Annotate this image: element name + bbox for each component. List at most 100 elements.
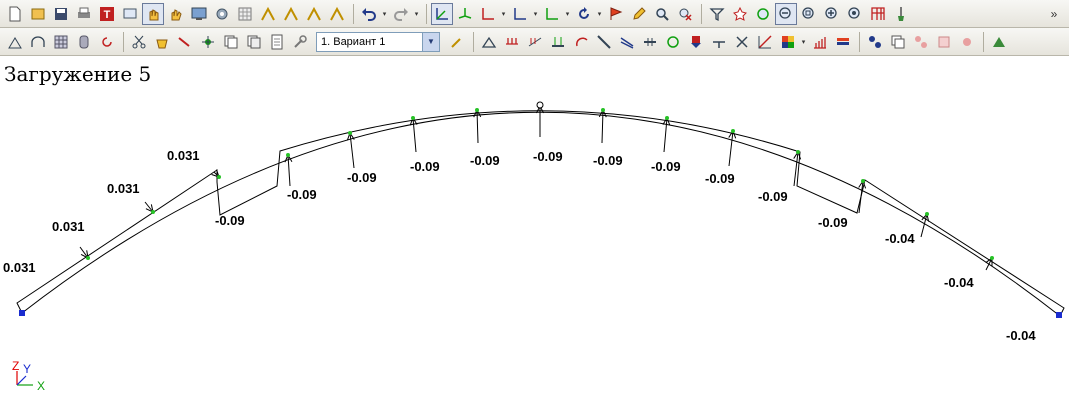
pan-hand-icon[interactable] (165, 3, 187, 25)
zoom-all-icon[interactable] (844, 3, 866, 25)
palette-icon[interactable] (832, 31, 854, 53)
print-icon[interactable] (73, 3, 95, 25)
hinge-icon[interactable] (708, 31, 730, 53)
force-icon[interactable] (593, 31, 615, 53)
brush-icon[interactable] (890, 3, 912, 25)
flag-icon[interactable] (605, 3, 627, 25)
arch-icon[interactable] (27, 31, 49, 53)
sz-icon[interactable] (303, 3, 325, 25)
redo-dropdown-icon[interactable]: ▾ (413, 3, 420, 25)
xz-plane-icon[interactable] (477, 3, 499, 25)
sn-icon[interactable] (326, 3, 348, 25)
toolbar-overflow-button[interactable]: » (1043, 3, 1065, 25)
redo-icon[interactable] (390, 3, 412, 25)
delete-icon[interactable] (674, 3, 696, 25)
screenshot-icon[interactable] (119, 3, 141, 25)
new-file-icon[interactable] (4, 3, 26, 25)
yz-plane-icon[interactable] (541, 3, 563, 25)
filter-icon[interactable] (706, 3, 728, 25)
arrow-node[interactable] (217, 175, 221, 179)
scissors-icon[interactable] (128, 31, 150, 53)
monitor-icon[interactable] (188, 3, 210, 25)
supports-icon[interactable] (478, 31, 500, 53)
cylinder-icon[interactable] (73, 31, 95, 53)
zoom-out-icon[interactable] (775, 2, 797, 25)
frame-icon[interactable] (867, 3, 889, 25)
arrow-node[interactable] (796, 150, 800, 154)
nodes-icon[interactable] (864, 31, 886, 53)
document-icon[interactable] (266, 31, 288, 53)
node-move-icon[interactable] (174, 31, 196, 53)
arrow-node[interactable] (475, 108, 479, 112)
refresh-icon[interactable] (96, 31, 118, 53)
zoom-window-icon[interactable] (798, 3, 820, 25)
projection-icon[interactable] (454, 3, 476, 25)
arrow-node[interactable] (925, 212, 929, 216)
chevron-down-icon[interactable]: ▼ (422, 32, 439, 51)
star-icon[interactable] (729, 3, 751, 25)
diagonal-icon[interactable] (754, 31, 776, 53)
variant-select[interactable]: 1. Вариант 1 ▼ (316, 31, 440, 52)
arrow-node[interactable] (861, 179, 865, 183)
xz-dropdown-icon[interactable]: ▾ (500, 3, 507, 25)
rotate-load-icon[interactable] (570, 31, 592, 53)
down-arrow-icon[interactable] (685, 31, 707, 53)
magnifier-icon[interactable] (651, 3, 673, 25)
rotate-icon[interactable] (573, 3, 595, 25)
settings-icon[interactable] (211, 3, 233, 25)
arrow-node[interactable] (151, 210, 155, 214)
arrow-node[interactable] (86, 256, 90, 260)
node-add-icon[interactable] (197, 31, 219, 53)
open-file-icon[interactable] (27, 3, 49, 25)
node-rotate-icon[interactable] (662, 31, 684, 53)
arrow-node[interactable] (601, 108, 605, 112)
triangle-up-icon[interactable] (988, 31, 1010, 53)
color-scale-dropdown-icon[interactable]: ▾ (800, 31, 807, 53)
mesh-icon[interactable] (4, 31, 26, 53)
yz-dropdown-icon[interactable]: ▾ (564, 3, 571, 25)
arrow-node[interactable] (348, 131, 352, 135)
layers-icon[interactable] (887, 31, 909, 53)
node-right[interactable] (1056, 312, 1062, 318)
grid-icon[interactable] (50, 31, 72, 53)
xy-plane-icon[interactable] (509, 3, 531, 25)
text-icon[interactable]: T (96, 3, 118, 25)
copy-icon[interactable] (220, 31, 242, 53)
axes-view-icon[interactable] (431, 2, 453, 25)
nodes-pink-icon[interactable] (956, 31, 978, 53)
undo-dropdown-icon[interactable]: ▾ (381, 3, 388, 25)
chart-icon[interactable] (809, 31, 831, 53)
table-icon[interactable] (234, 3, 256, 25)
layers-faded-icon[interactable] (933, 31, 955, 53)
load-diagram[interactable]: 0.031 0.031 0.031 0.031 -0.09 -0.09 -0.0… (0, 56, 1069, 416)
zoom-in-icon[interactable] (821, 3, 843, 25)
nodes-faded-icon[interactable] (910, 31, 932, 53)
arrow-node[interactable] (411, 116, 415, 120)
arrow-node[interactable] (286, 153, 290, 157)
color-scale-icon[interactable] (777, 31, 799, 53)
beam-load-icon[interactable] (547, 31, 569, 53)
load-dist-icon[interactable] (501, 31, 523, 53)
sx-icon[interactable] (257, 3, 279, 25)
bucket-icon[interactable] (151, 31, 173, 53)
arrow-node[interactable] (665, 116, 669, 120)
cross-icon[interactable] (731, 31, 753, 53)
xy-dropdown-icon[interactable]: ▾ (532, 3, 539, 25)
select-hand-icon[interactable] (142, 2, 164, 25)
sy-icon[interactable] (280, 3, 302, 25)
force-multi-icon[interactable] (616, 31, 638, 53)
node-left[interactable] (19, 310, 25, 316)
zoom-target-icon[interactable] (752, 3, 774, 25)
arrow-node[interactable] (731, 129, 735, 133)
copy2-icon[interactable] (243, 31, 265, 53)
load-arrows-icon[interactable] (524, 31, 546, 53)
tool-icon[interactable] (289, 31, 311, 53)
member-icon[interactable] (639, 31, 661, 53)
pencil-icon[interactable] (628, 3, 650, 25)
undo-icon[interactable] (358, 3, 380, 25)
node-apex[interactable] (536, 101, 544, 109)
rotate-dropdown-icon[interactable]: ▾ (596, 3, 603, 25)
save-icon[interactable] (50, 3, 72, 25)
wand-icon[interactable] (446, 31, 468, 53)
arrow-node[interactable] (990, 256, 994, 260)
